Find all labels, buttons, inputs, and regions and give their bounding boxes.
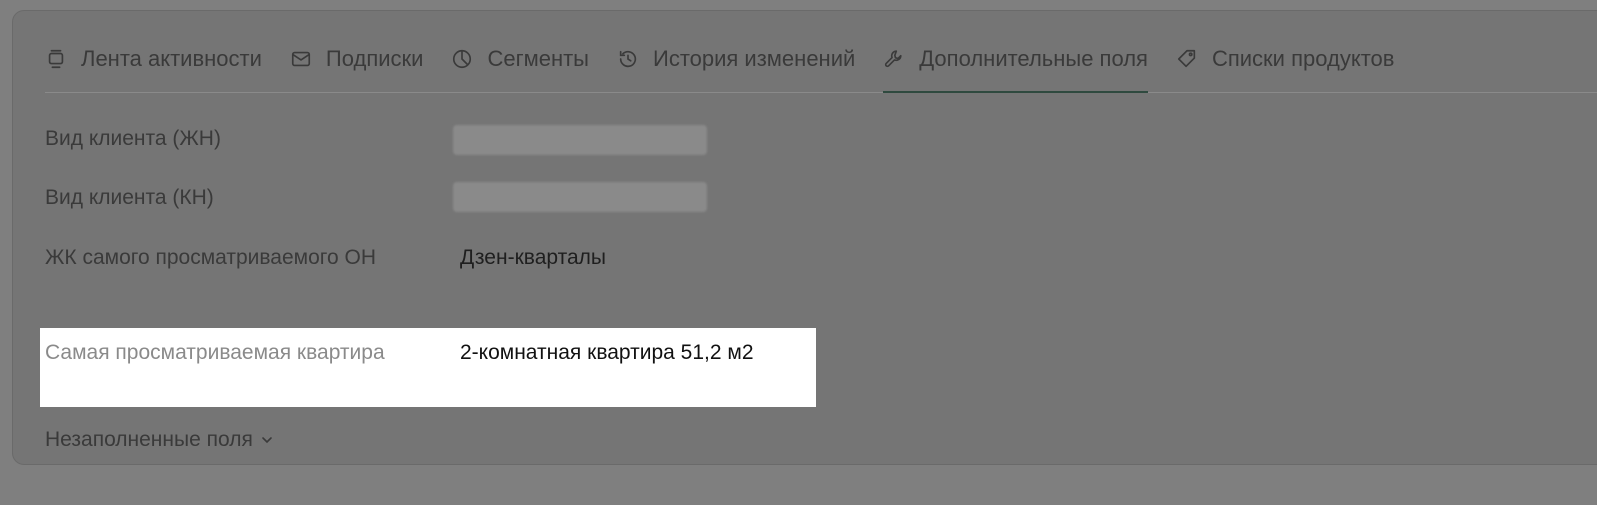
- redacted-value: [453, 125, 707, 155]
- wrench-icon: [883, 48, 905, 70]
- history-icon: [617, 48, 639, 70]
- field-row-most-viewed-apartment: Самая просматриваемая квартира 2-комнатн…: [40, 328, 816, 407]
- pie-chart-icon: [451, 48, 473, 70]
- field-label: ЖК самого просматриваемого ОН: [45, 246, 376, 269]
- tab-subscriptions-label: Подписки: [325, 45, 424, 71]
- redacted-value: [453, 182, 707, 212]
- tab-subscriptions[interactable]: Подписки: [290, 25, 424, 92]
- activity-feed-icon: [45, 48, 67, 70]
- field-value: Дзен-кварталы: [460, 246, 606, 269]
- empty-fields-label: Незаполненные поля: [45, 428, 253, 451]
- tab-history[interactable]: История изменений: [617, 25, 855, 92]
- tab-bar: Лента активности Подписки Сегменты Истор…: [45, 25, 1597, 93]
- tab-history-label: История изменений: [653, 45, 856, 71]
- tab-additional-fields[interactable]: Дополнительные поля: [883, 25, 1148, 93]
- field-label: Вид клиента (ЖН): [45, 127, 221, 150]
- field-value: 2-комнатная квартира 51,2 м2: [460, 341, 754, 364]
- tab-product-lists[interactable]: Списки продуктов: [1176, 25, 1394, 92]
- tab-product-lists-label: Списки продуктов: [1211, 45, 1395, 71]
- tag-icon: [1176, 48, 1198, 70]
- mail-icon: [290, 48, 312, 70]
- tab-segments[interactable]: Сегменты: [451, 25, 589, 92]
- tab-additional-fields-label: Дополнительные поля: [919, 45, 1148, 71]
- field-label: Самая просматриваемая квартира: [45, 341, 385, 364]
- tab-segments-label: Сегменты: [487, 45, 589, 71]
- tab-activity-feed-label: Лента активности: [81, 45, 262, 71]
- empty-fields-toggle[interactable]: Незаполненные поля: [45, 428, 273, 452]
- field-label: Вид клиента (КН): [45, 186, 214, 209]
- tab-activity-feed[interactable]: Лента активности: [45, 25, 262, 92]
- chevron-down-icon: [261, 434, 273, 446]
